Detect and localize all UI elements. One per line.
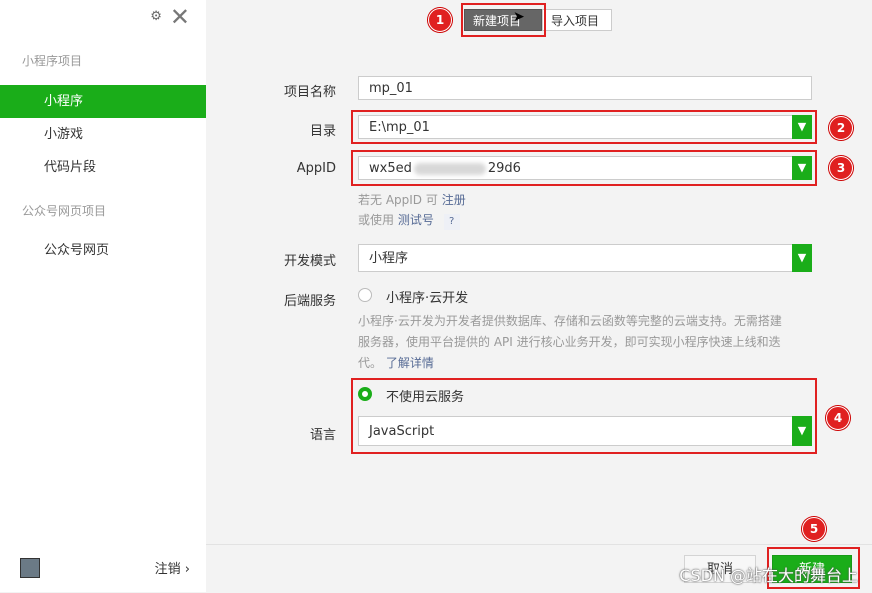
- tab-new-project[interactable]: 新建项目: [464, 9, 542, 31]
- project-name-input[interactable]: mp_01: [358, 76, 812, 100]
- annotation-badge-5: 5: [802, 517, 826, 541]
- sidebar-item-code-snippet[interactable]: 代码片段: [0, 151, 206, 184]
- settings-icon[interactable]: ⚙: [150, 8, 162, 26]
- language-value: JavaScript: [369, 424, 435, 439]
- appid-blur: [413, 162, 486, 175]
- annotation-badge-4: 4: [826, 406, 850, 430]
- chevron-down-icon[interactable]: ▼: [792, 115, 812, 139]
- language-label: 语言: [309, 428, 336, 443]
- cloud-dev-description: 小程序·云开发为开发者提供数据库、存储和云函数等完整的云端支持。无需搭建 服务器…: [358, 311, 818, 374]
- chevron-down-icon[interactable]: ▼: [792, 156, 812, 180]
- main-panel: 新建项目 导入项目 ➤ 项目名称 mp_01 目录 E:\mp_01 ▼ App…: [206, 0, 872, 593]
- desc-line: 服务器，使用平台提供的 API 进行核心业务开发，即可实现小程序快速上线和迭: [358, 335, 781, 349]
- appid-input[interactable]: wx5ed 29d6 ▼: [358, 156, 812, 180]
- sidebar-footer: 注销 ›: [0, 542, 206, 592]
- help-icon[interactable]: ?: [443, 214, 460, 230]
- dev-mode-label: 开发模式: [283, 254, 336, 269]
- cloud-dev-radio[interactable]: [358, 288, 372, 302]
- learn-more-link[interactable]: 了解详情: [386, 356, 434, 370]
- language-select[interactable]: JavaScript ▼: [358, 416, 812, 446]
- appid-hint-test: 或使用 测试号 ?: [358, 211, 460, 230]
- directory-input[interactable]: E:\mp_01 ▼: [358, 115, 812, 139]
- register-link[interactable]: 注册: [442, 193, 466, 207]
- desc-line: 小程序·云开发为开发者提供数据库、存储和云函数等完整的云端支持。无需搭建: [358, 314, 782, 328]
- logout-button[interactable]: 注销 ›: [155, 558, 190, 577]
- desc-line: 代。: [358, 356, 383, 370]
- watermark: CSDN @站在大的舞台上: [679, 566, 858, 585]
- window-controls: ⚙ ✕: [150, 5, 190, 29]
- backend-label: 后端服务: [283, 294, 336, 309]
- directory-label: 目录: [309, 124, 336, 139]
- appid-label: AppID: [296, 161, 336, 176]
- sidebar-item-official-web[interactable]: 公众号网页: [0, 234, 206, 267]
- dev-mode-value: 小程序: [369, 251, 409, 266]
- appid-hint-register: 若无 AppID 可 注册: [358, 191, 466, 208]
- sidebar: ⚙ ✕ 小程序项目 小程序 小游戏 代码片段 公众号网页项目 公众号网页 注销 …: [0, 0, 206, 592]
- close-icon[interactable]: ✕: [170, 5, 190, 29]
- chevron-down-icon[interactable]: ▼: [792, 416, 812, 446]
- appid-prefix: wx5ed: [369, 161, 412, 176]
- project-name-label: 项目名称: [283, 85, 336, 100]
- group-label-official-account: 公众号网页项目: [22, 204, 107, 218]
- no-cloud-label: 不使用云服务: [386, 390, 465, 405]
- hint-text: 若无 AppID 可: [358, 193, 438, 207]
- directory-value: E:\mp_01: [369, 120, 430, 135]
- project-name-value: mp_01: [369, 81, 413, 96]
- hint-text: 或使用: [358, 213, 395, 227]
- annotation-badge-1: 1: [428, 8, 452, 32]
- annotation-badge-3: 3: [829, 156, 853, 180]
- avatar[interactable]: [20, 558, 40, 578]
- dev-mode-select[interactable]: 小程序 ▼: [358, 244, 812, 272]
- sidebar-item-mini-program[interactable]: 小程序: [0, 85, 206, 118]
- chevron-down-icon[interactable]: ▼: [792, 244, 812, 272]
- appid-suffix: 29d6: [487, 161, 521, 176]
- tab-import-project[interactable]: 导入项目: [542, 9, 612, 31]
- no-cloud-radio[interactable]: [358, 387, 372, 401]
- cloud-dev-label: 小程序·云开发: [386, 291, 469, 306]
- test-account-link[interactable]: 测试号: [398, 213, 434, 227]
- annotation-badge-2: 2: [829, 116, 853, 140]
- group-label-mini-program: 小程序项目: [22, 54, 83, 68]
- sidebar-item-mini-game[interactable]: 小游戏: [0, 118, 206, 151]
- mouse-cursor-icon: ➤: [513, 9, 525, 25]
